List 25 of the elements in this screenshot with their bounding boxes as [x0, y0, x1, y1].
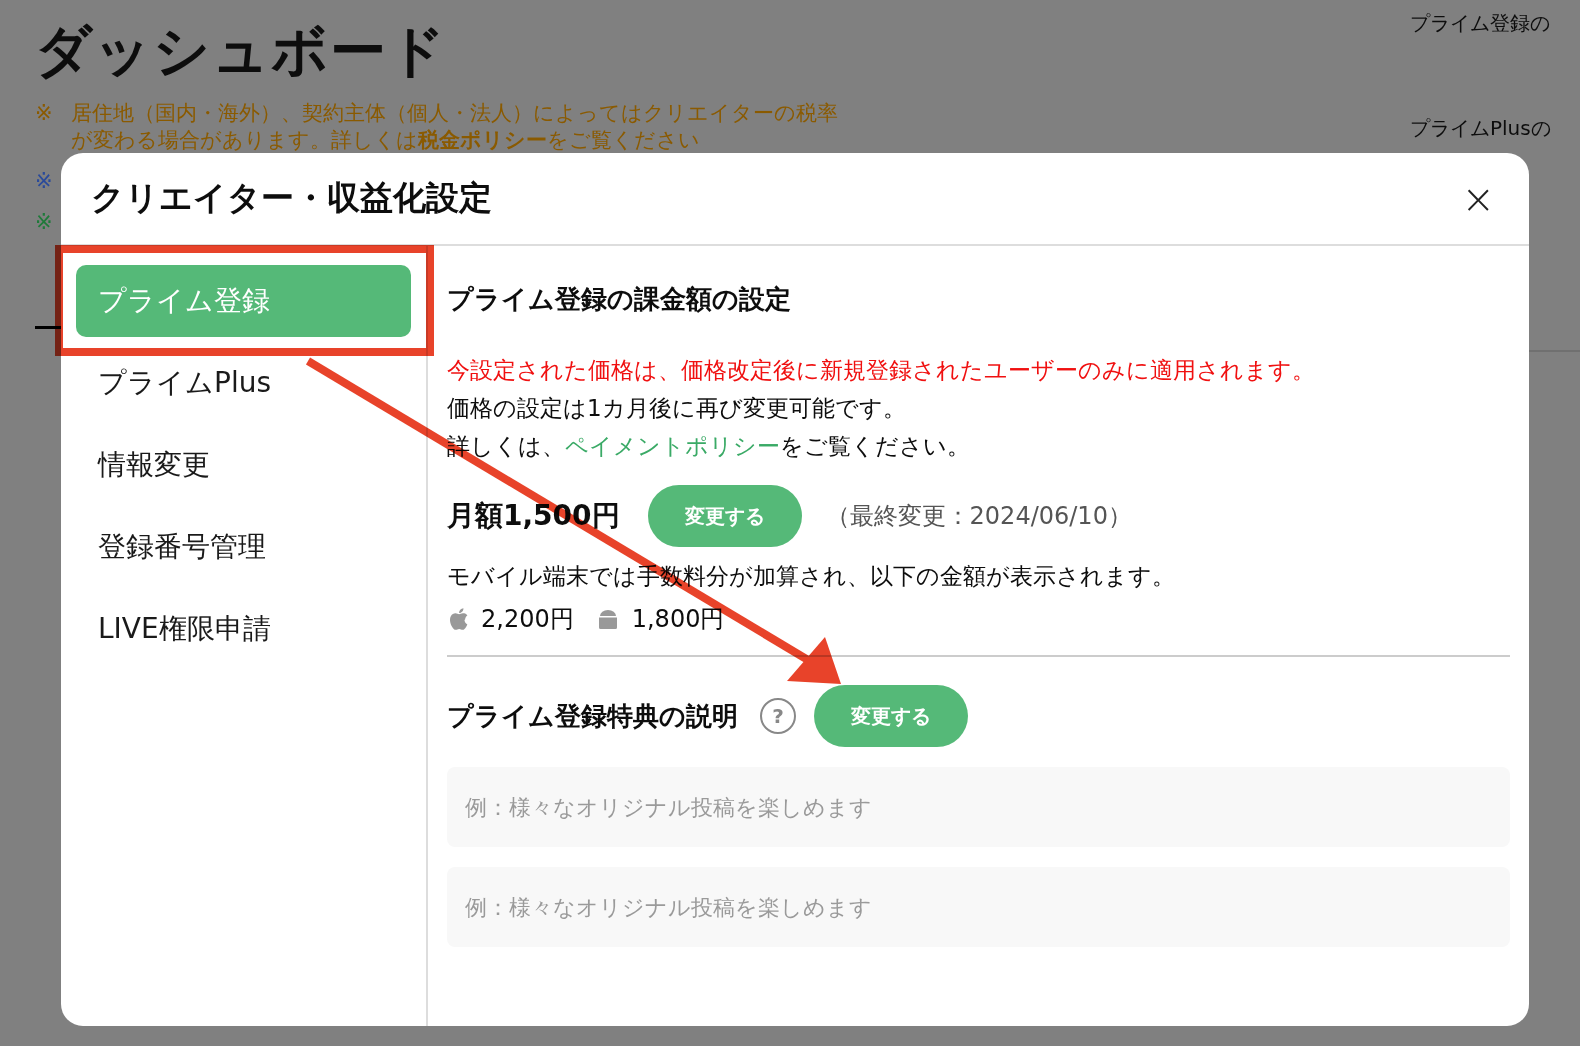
benefit-field[interactable]: 例：様々なオリジナル投稿を楽しめます: [447, 767, 1510, 847]
sidebar-item[interactable]: プライムPlus: [76, 347, 411, 419]
policy-text: 詳しくは、ペイメントポリシーをご覧ください。: [447, 432, 971, 461]
note-mark: ※: [35, 100, 53, 127]
section-label: プライム登録の: [1410, 10, 1551, 37]
sidebar-item[interactable]: LIVE権限申請: [76, 593, 411, 665]
sidebar-item[interactable]: 登録番号管理: [76, 511, 411, 583]
last-changed-text: （最終変更：2024/06/10）: [825, 501, 1132, 532]
info-text: 価格の設定は1カ月後に再び変更可能です。: [447, 394, 907, 423]
warning-text: 今設定された価格は、価格改定後に新規登録されたユーザーのみに適用されます。: [447, 356, 1316, 385]
sidebar-item[interactable]: 情報変更: [76, 429, 411, 501]
mobile-price: 2,200円: [481, 604, 574, 635]
note-mark: ※: [35, 168, 53, 195]
note-text: 居住地（国内・海外）、契約主体（個人・法人）によってはクリエイターの税率: [70, 100, 838, 127]
help-button[interactable]: ?: [760, 698, 796, 734]
dialog-title: クリエイター・収益化設定: [91, 177, 492, 219]
note-mark: ※: [35, 209, 53, 236]
section-heading: プライム登録の課金額の設定: [447, 283, 792, 316]
section-heading: プライム登録特典の説明: [447, 699, 738, 733]
close-button[interactable]: ×: [1457, 175, 1499, 222]
page-title: ダッシュボード: [35, 17, 448, 85]
note-text: が変わる場合があります。詳しくは税金ポリシーをご覧ください: [70, 127, 701, 154]
section-label: プライムPlusの: [1410, 115, 1552, 142]
benefit-field[interactable]: 例：様々なオリジナル投稿を楽しめます: [447, 867, 1510, 947]
mobile-price: 1,800円: [631, 604, 725, 635]
